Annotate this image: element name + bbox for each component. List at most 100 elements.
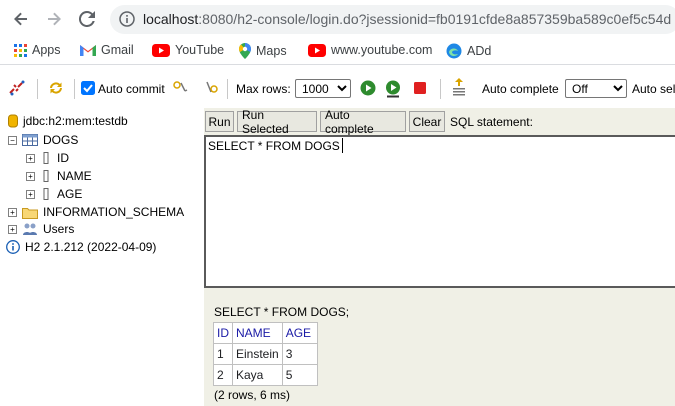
edge-icon bbox=[446, 43, 462, 59]
result-statement: SELECT * FROM DOGS; bbox=[214, 305, 350, 319]
column-icon bbox=[43, 170, 49, 182]
info-icon bbox=[6, 240, 20, 254]
youtube-icon bbox=[152, 43, 170, 57]
auto-complete-button[interactable]: Auto complete bbox=[320, 108, 406, 136]
table-icon bbox=[22, 134, 38, 146]
result-table: ID NAME AGE 1 Einstein 3 2 Kaya 5 bbox=[213, 322, 318, 386]
reload-icon bbox=[79, 11, 95, 27]
bookmark-youtube[interactable]: YouTube bbox=[152, 43, 224, 57]
tree-version: H2 2.1.212 (2022-04-09) bbox=[6, 240, 156, 254]
run-selected-query-button[interactable]: Run Selected bbox=[237, 108, 317, 136]
info-icon[interactable] bbox=[119, 11, 135, 30]
table-row: 1 Einstein 3 bbox=[213, 343, 318, 365]
table-cell: 2 bbox=[213, 364, 233, 386]
auto-commit-checkbox[interactable] bbox=[81, 81, 95, 98]
tree-information-schema[interactable]: + INFORMATION_SCHEMA bbox=[8, 205, 184, 219]
column-icon bbox=[43, 152, 49, 164]
bookmark-maps[interactable]: Maps bbox=[239, 43, 287, 59]
table-row: 2 Kaya 5 bbox=[213, 364, 318, 386]
column-header[interactable]: NAME bbox=[232, 322, 283, 344]
table-header-row: ID NAME AGE bbox=[213, 322, 318, 344]
bookmark-www-youtube[interactable]: www.youtube.com bbox=[308, 43, 432, 57]
result-summary: (2 rows, 6 ms) bbox=[214, 388, 291, 402]
play-selected-icon bbox=[386, 80, 400, 98]
forward-button[interactable] bbox=[43, 8, 65, 30]
folder-icon bbox=[22, 207, 38, 219]
max-rows-select[interactable]: 1000 bbox=[295, 79, 351, 98]
url-host: localhost bbox=[143, 11, 199, 27]
tree-connection[interactable]: jdbc:h2:mem:testdb bbox=[8, 114, 128, 128]
back-button[interactable] bbox=[10, 8, 32, 30]
toolbar-separator bbox=[74, 79, 75, 99]
play-icon bbox=[360, 80, 376, 96]
table-cell: Kaya bbox=[232, 364, 283, 386]
text-cursor bbox=[342, 138, 343, 153]
rollback-icon[interactable] bbox=[172, 79, 190, 100]
users-label: Users bbox=[43, 222, 75, 236]
run-button[interactable] bbox=[360, 80, 376, 99]
column-label: ID bbox=[57, 151, 69, 165]
stop-icon bbox=[414, 82, 426, 94]
collapse-icon[interactable]: − bbox=[8, 135, 17, 145]
auto-complete-select[interactable]: Off bbox=[565, 79, 627, 98]
history-icon[interactable] bbox=[451, 78, 467, 101]
checkbox-checked-icon bbox=[81, 81, 95, 95]
bookmark-apps[interactable]: Apps bbox=[14, 43, 61, 57]
refresh-icon[interactable] bbox=[47, 79, 65, 100]
column-header[interactable]: AGE bbox=[281, 322, 318, 344]
toolbar-separator bbox=[37, 79, 38, 99]
arrow-left-icon bbox=[14, 12, 27, 26]
clear-button[interactable]: Clear bbox=[409, 111, 445, 132]
connection-label: jdbc:h2:mem:testdb bbox=[23, 114, 128, 128]
expand-icon[interactable]: + bbox=[8, 207, 17, 217]
youtube-icon bbox=[308, 43, 326, 57]
table-label: DOGS bbox=[43, 133, 79, 147]
commit-icon[interactable] bbox=[202, 79, 220, 100]
bookmark-gmail[interactable]: Gmail bbox=[80, 43, 134, 57]
auto-commit-label: Auto commit bbox=[98, 82, 165, 96]
table-cell: 5 bbox=[281, 364, 318, 386]
database-icon bbox=[8, 114, 18, 128]
table-cell: 3 bbox=[281, 343, 318, 365]
column-label: NAME bbox=[57, 169, 92, 183]
auto-complete-label: Auto complete bbox=[482, 82, 559, 96]
users-icon bbox=[23, 223, 37, 235]
run-selected-button[interactable] bbox=[385, 80, 403, 101]
sql-statement-label: SQL statement: bbox=[450, 115, 533, 129]
column-label: AGE bbox=[57, 187, 83, 201]
tree-column-id[interactable]: + ID bbox=[26, 151, 69, 165]
tree-table-dogs[interactable]: − DOGS bbox=[8, 133, 78, 147]
disconnect-icon[interactable] bbox=[8, 79, 26, 100]
tree-column-name[interactable]: + NAME bbox=[26, 169, 92, 183]
tree-users[interactable]: + Users bbox=[8, 222, 74, 236]
column-header[interactable]: ID bbox=[213, 322, 233, 344]
bookmark-label: Maps bbox=[256, 44, 287, 58]
bookmark-label: YouTube bbox=[175, 43, 225, 57]
column-icon bbox=[43, 188, 49, 200]
url-text[interactable]: localhost:8080/h2-console/login.do?jsess… bbox=[143, 11, 671, 27]
table-cell: 1 bbox=[213, 343, 233, 365]
sql-editor-text: SELECT * FROM DOGS bbox=[208, 139, 340, 153]
toolbar-separator bbox=[227, 79, 228, 99]
expand-icon[interactable]: + bbox=[26, 153, 35, 163]
expand-icon[interactable]: + bbox=[26, 189, 35, 199]
url-path: :8080/h2-console/login.do?jsessionid=fb0… bbox=[198, 11, 672, 27]
gmail-icon bbox=[80, 45, 96, 56]
maps-pin-icon bbox=[239, 43, 251, 59]
tree-column-age[interactable]: + AGE bbox=[26, 187, 82, 201]
bookmark-add[interactable]: ADd bbox=[446, 43, 491, 59]
arrow-right-icon bbox=[48, 12, 61, 26]
table-cell: Einstein bbox=[232, 343, 283, 365]
bookmark-label: www.youtube.com bbox=[331, 43, 433, 57]
expand-icon[interactable]: + bbox=[26, 171, 35, 181]
version-label: H2 2.1.212 (2022-04-09) bbox=[25, 240, 157, 254]
bookmark-label: ADd bbox=[467, 44, 492, 58]
reload-button[interactable] bbox=[76, 8, 98, 30]
bookmark-label: Gmail bbox=[101, 43, 134, 57]
apps-grid-icon bbox=[14, 43, 27, 57]
sql-editor[interactable] bbox=[204, 135, 675, 288]
bookmark-label: Apps bbox=[32, 43, 61, 57]
expand-icon[interactable]: + bbox=[8, 224, 17, 234]
run-query-button[interactable]: Run bbox=[205, 111, 234, 132]
cancel-button[interactable] bbox=[413, 81, 427, 98]
